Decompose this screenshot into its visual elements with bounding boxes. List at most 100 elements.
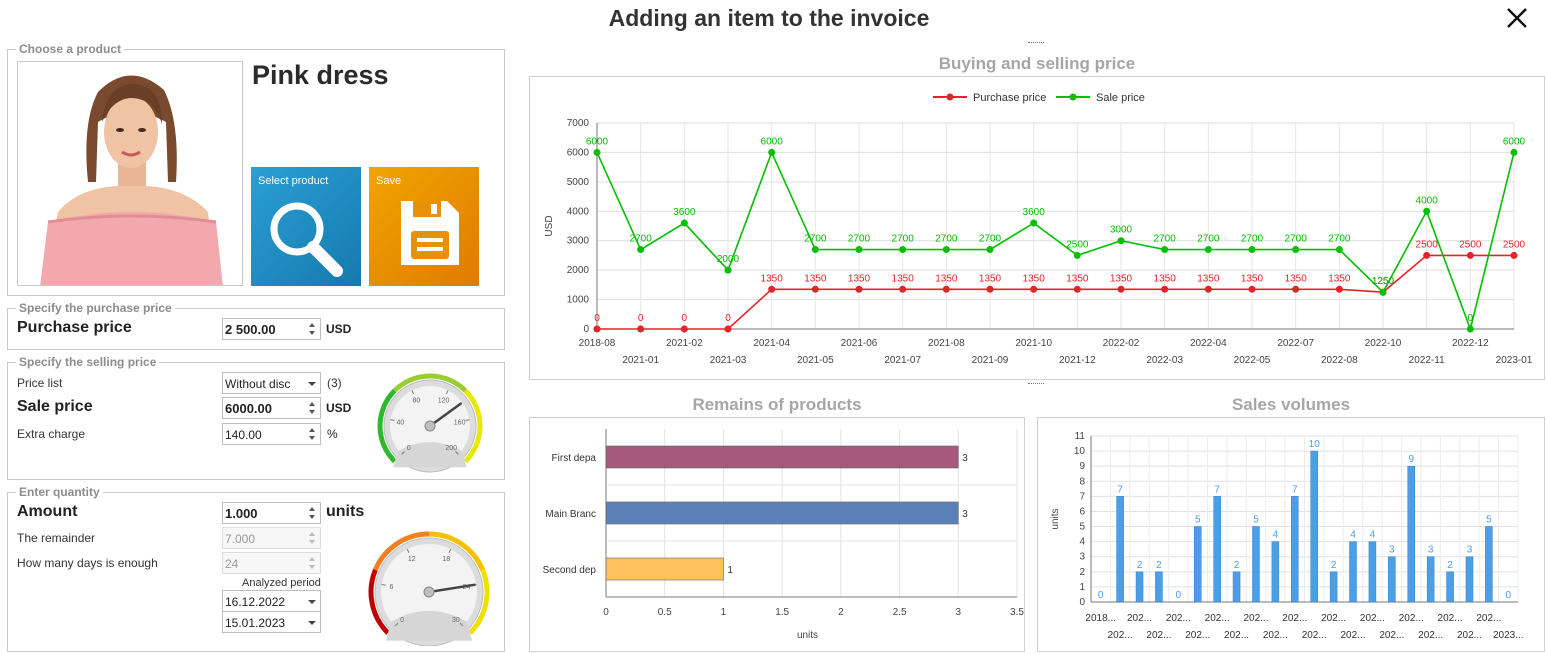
y-tick-label: 1000 [567,295,590,306]
data-label: 3600 [673,207,696,218]
bar [1349,541,1357,603]
x-tick-label: 202... [1379,630,1404,641]
purchase-price-spinner[interactable] [304,319,320,339]
data-label: 2 [1234,560,1240,571]
price-list-select[interactable]: Without disc [222,372,321,394]
data-label: 9 [1408,454,1414,465]
data-label: 1350 [1328,273,1351,284]
x-tick-label: 2022-03 [1146,355,1183,366]
save-button[interactable]: Save [369,167,479,286]
data-label: 7 [1292,484,1298,495]
x-tick-label: 202... [1224,630,1249,641]
data-label: 2700 [1241,234,1264,245]
x-tick-label: 2023-01 [1496,355,1533,366]
bar [605,445,959,469]
x-tick-label: 2018... [1085,613,1116,624]
data-label: 1350 [1023,273,1046,284]
gauge-tick-label: 40 [396,419,404,426]
data-point [1423,207,1431,215]
data-label: 1350 [935,273,958,284]
search-icon [270,202,343,277]
data-point [680,325,688,333]
sales-bar-chart: 01234567891011072 205725471024 43932350201… [1050,431,1524,641]
data-label: 2500 [1416,239,1439,250]
bar [1407,465,1415,603]
sale-price-label: Sale price [17,398,93,415]
x-tick-label: 202... [1457,630,1482,641]
x-tick-label: 2022-12 [1452,338,1489,349]
x-tick-label: 2021-04 [753,338,790,349]
gauge-tick-label: 0 [407,445,411,452]
x-tick-label: 2022-04 [1190,338,1227,349]
sale-price-spinner[interactable] [304,398,320,418]
y-axis-label: USD [544,215,555,236]
data-label: 1250 [1372,276,1395,287]
data-point [1117,285,1125,293]
data-label: 3600 [1023,207,1046,218]
x-tick-label: 2021-08 [928,338,965,349]
extra-charge-input[interactable]: 140.00 [222,423,321,445]
date-to-value: 15.01.2023 [225,616,286,630]
data-point [855,285,863,293]
sale-price-input[interactable]: 6000.00 [222,397,321,419]
amount-spinner[interactable] [304,503,320,523]
data-label: 2500 [1503,239,1526,250]
days-gauge: 0612 182430 [368,531,490,646]
sale-price-value: 6000.00 [225,401,272,416]
save-label: Save [376,175,402,187]
x-tick-label: 202... [1146,630,1171,641]
data-point [1030,285,1038,293]
chevron-down-icon[interactable] [304,591,320,611]
x-tick-label: 2018-08 [579,338,616,349]
data-point [1292,246,1300,254]
chevron-down-icon[interactable] [304,373,320,393]
x-tick-label: 202... [1263,630,1288,641]
data-point [811,285,819,293]
gauge-hub [424,420,436,432]
data-label: 2700 [848,234,871,245]
chevron-down-icon[interactable] [304,612,320,632]
group-legend: Specify the selling price [16,355,160,369]
data-point [724,325,732,333]
x-tick-label: 202... [1205,613,1230,624]
sales-chart-title: Sales volumes [1231,395,1351,414]
date-to-select[interactable]: 15.01.2023 [222,611,321,633]
vertical-splitter[interactable] [1028,383,1044,385]
remainder-label: The remainder [17,531,96,545]
y-tick-label: 0 [583,324,589,335]
data-point [1510,251,1518,259]
data-label: 3 [1428,545,1434,556]
close-button[interactable] [1503,4,1531,32]
extra-charge-spinner[interactable] [304,424,320,444]
x-tick-label: 202... [1438,613,1463,624]
extra-charge-unit: % [327,427,338,441]
y-tick-label: 3000 [567,236,590,247]
purchase-price-input[interactable]: 2 500.00 [222,318,321,340]
amount-input[interactable]: 1.000 [222,502,321,524]
price-list-count: (3) [327,376,342,390]
data-label: 5 [1253,515,1259,526]
gauge-tick-label: 18 [442,556,450,563]
x-tick-label: 2022-10 [1365,338,1402,349]
horizontal-splitter[interactable] [1028,42,1044,44]
group-legend: Enter quantity [16,485,103,499]
data-point [1248,285,1256,293]
sale-unit: USD [326,401,352,415]
date-from-select[interactable]: 16.12.2022 [222,590,321,612]
data-point [1379,288,1387,296]
data-label: 6000 [761,136,784,147]
series-line [597,254,1514,330]
bar [1232,571,1241,603]
days-enough-value: 24 [225,557,239,571]
data-point [942,246,950,254]
x-tick-label: 2.5 [893,607,907,618]
y-tick-label: 4000 [567,206,590,217]
data-label: 2 [1137,560,1143,571]
x-tick-label: 202... [1341,630,1366,641]
data-point [1292,285,1300,293]
y-tick-label: 5000 [567,177,590,188]
x-tick-label: 2022-11 [1409,355,1445,366]
select-product-button[interactable]: Select product [251,167,361,286]
data-label: 1 [727,565,733,576]
bar [605,557,724,581]
